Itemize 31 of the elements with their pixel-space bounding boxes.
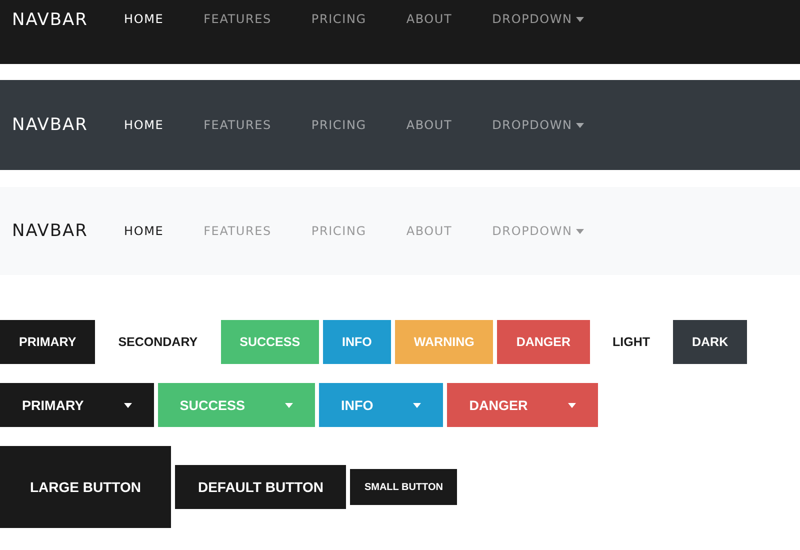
nav-link[interactable]: FEATURES [204, 115, 272, 135]
nav-link[interactable]: PRICING [311, 9, 366, 29]
brand-link[interactable]: NAVBAR [12, 114, 88, 136]
nav-link[interactable]: ABOUT [406, 115, 452, 135]
nav-link[interactable]: HOME [124, 221, 164, 241]
button[interactable]: DEFAULT BUTTON [174, 465, 346, 509]
caret-icon [285, 402, 294, 408]
brand-link[interactable]: NAVBAR [12, 9, 88, 31]
button[interactable]: DANGER [497, 320, 590, 364]
brand-link[interactable]: NAVBAR [12, 220, 88, 242]
nav-link[interactable]: FEATURES [204, 9, 272, 29]
caret-icon [124, 402, 132, 408]
dropdown-button[interactable]: INFO [319, 383, 444, 427]
caret-icon [413, 402, 422, 408]
nav-link[interactable]: HOME [124, 9, 164, 29]
caret-icon [576, 122, 584, 128]
nav-link[interactable]: HOME [124, 115, 164, 135]
button[interactable]: LARGE BUTTON [0, 446, 171, 528]
button[interactable]: DARK [673, 320, 748, 364]
button[interactable]: PRIMARY [0, 320, 96, 364]
nav-link[interactable]: PRICING [311, 115, 366, 135]
nav-link[interactable]: ABOUT [406, 9, 452, 29]
caret-icon [576, 16, 584, 22]
dropdown-toggle[interactable]: DROPDOWN [492, 115, 584, 135]
caret-icon [568, 402, 576, 408]
button[interactable]: INFO [323, 320, 391, 364]
dropdown-button[interactable]: PRIMARY [0, 383, 154, 427]
dropdown-button[interactable]: DANGER [447, 383, 598, 427]
button[interactable]: SMALL BUTTON [350, 469, 457, 505]
caret-icon [576, 228, 584, 234]
dropdown-toggle[interactable]: DROPDOWN [492, 9, 584, 29]
